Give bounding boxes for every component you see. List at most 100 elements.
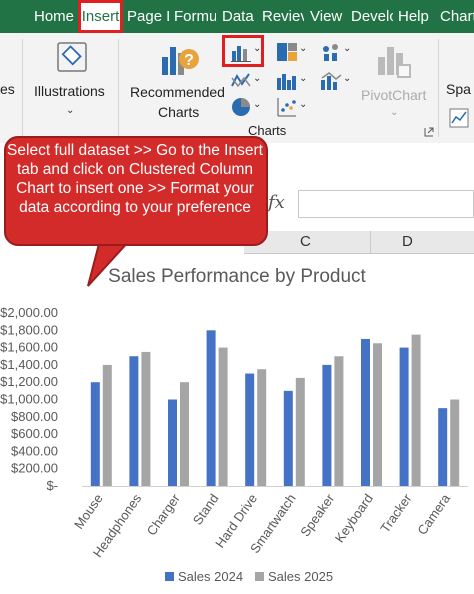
column-header-d[interactable]: D bbox=[402, 233, 413, 250]
x-category-label: Camera bbox=[414, 490, 453, 537]
pivotchart-button[interactable]: PivotChart ⌄ bbox=[358, 37, 432, 121]
column-divider bbox=[370, 231, 371, 253]
y-tick-label: $1,200.00 bbox=[0, 374, 58, 389]
recommended-charts-icon: ? bbox=[162, 47, 199, 75]
dialog-launcher-icon[interactable] bbox=[424, 127, 434, 137]
y-tick-label: $200.00 bbox=[11, 461, 58, 476]
ribbon-tab-bar: Home Insert Page L Formu Data Reviev Vie… bbox=[0, 0, 474, 33]
y-tick-label: $600.00 bbox=[11, 426, 58, 441]
pie-chart-button[interactable]: ⌄ bbox=[228, 95, 262, 119]
bar-sales-2024 bbox=[168, 399, 177, 486]
bar-sales-2024 bbox=[399, 347, 409, 486]
tab-data[interactable]: Data bbox=[222, 0, 256, 33]
bar-sales-2024 bbox=[361, 338, 370, 486]
x-category-label: Charger bbox=[144, 491, 184, 539]
chevron-down-icon: ⌄ bbox=[253, 73, 262, 84]
y-tick-label: $1,600.00 bbox=[0, 340, 58, 355]
x-category-label: Stand bbox=[190, 491, 222, 527]
legend-label-sales-2024: Sales 2024 bbox=[178, 569, 243, 584]
recommended-charts-button[interactable]: ? Recommended Charts bbox=[126, 37, 230, 121]
bar-sales-2024 bbox=[438, 408, 448, 486]
sparklines-label: Spa bbox=[446, 81, 471, 97]
ribbon-partial-label: es bbox=[0, 81, 15, 97]
pivotchart-label: PivotChart bbox=[361, 87, 427, 103]
bar-sales-2024 bbox=[245, 373, 255, 486]
y-tick-label: $400.00 bbox=[11, 443, 58, 458]
hierarchy-chart-button[interactable]: ⌄ bbox=[274, 39, 308, 63]
bar-sales-2025 bbox=[334, 356, 344, 486]
x-category-label: Mouse bbox=[71, 491, 106, 532]
tab-chart[interactable]: Chart bbox=[440, 0, 474, 33]
recommended-charts-label-1: Recommended bbox=[130, 84, 225, 100]
sparkline-icon bbox=[449, 108, 469, 128]
column-header-c[interactable]: C bbox=[300, 233, 311, 250]
y-tick-label: $2,000.00 bbox=[0, 305, 58, 320]
x-category-label: Tracker bbox=[377, 491, 415, 536]
bar-sales-2024 bbox=[90, 382, 100, 486]
statistic-chart-icon bbox=[323, 44, 338, 61]
shapes-icon bbox=[57, 42, 87, 72]
x-category-label: Speaker bbox=[297, 491, 337, 540]
chevron-down-icon: ⌄ bbox=[253, 99, 262, 110]
bar-sales-2025 bbox=[295, 377, 305, 486]
ribbon-separator bbox=[118, 39, 119, 137]
bar-sales-2024 bbox=[283, 390, 293, 486]
tab-formulas[interactable]: Formu bbox=[174, 0, 216, 33]
ribbon-insert: es Illustrations ⌄ ? Recommended Charts bbox=[0, 33, 474, 144]
x-category-label: Keyboard bbox=[332, 491, 376, 545]
bar-sales-2025 bbox=[102, 364, 112, 486]
treemap-icon bbox=[277, 43, 297, 61]
ribbon-separator bbox=[438, 39, 439, 137]
line-chart-button[interactable]: ⌄ bbox=[228, 69, 262, 93]
chevron-down-icon: ⌄ bbox=[343, 73, 352, 84]
column-header-row bbox=[244, 231, 474, 254]
bar-sales-2024 bbox=[206, 330, 216, 486]
scatter-chart-icon bbox=[277, 98, 296, 117]
chevron-down-icon: ⌄ bbox=[390, 107, 399, 118]
y-tick-label: $800.00 bbox=[11, 409, 58, 424]
clustered-column-icon bbox=[231, 46, 251, 62]
legend-swatch-sales-2025 bbox=[255, 572, 264, 581]
chart-title[interactable]: Sales Performance by Product bbox=[0, 266, 474, 288]
scatter-chart-button[interactable]: ⌄ bbox=[274, 95, 308, 119]
chevron-down-icon: ⌄ bbox=[299, 73, 308, 84]
illustrations-label: Illustrations bbox=[34, 83, 105, 99]
y-tick-label: $1,000.00 bbox=[0, 392, 58, 407]
bar-sales-2025 bbox=[411, 334, 421, 486]
pie-chart-icon bbox=[232, 98, 250, 116]
x-category-label: Hard Drive bbox=[212, 491, 260, 550]
chevron-down-icon: ⌄ bbox=[299, 43, 308, 54]
legend-swatch-sales-2024 bbox=[165, 572, 174, 581]
bar-sales-2025 bbox=[450, 399, 460, 486]
chevron-down-icon: ⌄ bbox=[343, 43, 352, 54]
tab-view[interactable]: View bbox=[310, 0, 344, 33]
x-category-label: Smartwatch bbox=[247, 491, 299, 556]
tab-home[interactable]: Home bbox=[34, 0, 74, 33]
y-tick-label: $- bbox=[46, 478, 58, 493]
y-tick-label: $1,400.00 bbox=[0, 357, 58, 372]
tab-page-layout[interactable]: Page L bbox=[127, 0, 169, 33]
pivotchart-icon bbox=[378, 47, 411, 78]
tab-developer[interactable]: Develc bbox=[351, 0, 393, 33]
legend-label-sales-2025: Sales 2025 bbox=[268, 569, 333, 584]
bar-sales-2024 bbox=[129, 356, 139, 486]
column-chart-button[interactable]: ⌄ bbox=[228, 39, 262, 63]
bar-sales-2025 bbox=[373, 343, 382, 486]
line-chart-icon bbox=[231, 73, 251, 88]
chevron-down-icon: ⌄ bbox=[299, 99, 308, 110]
waterfall-icon bbox=[277, 74, 296, 90]
combo-chart-icon bbox=[321, 72, 342, 90]
scatter-bubble-button[interactable]: ⌄ bbox=[318, 39, 352, 63]
bar-chart-button[interactable]: ⌄ bbox=[274, 69, 308, 93]
svg-text:?: ? bbox=[184, 52, 194, 69]
tab-insert[interactable]: Insert bbox=[78, 0, 123, 33]
tab-help[interactable]: Help bbox=[398, 0, 432, 33]
bar-sales-2025 bbox=[218, 347, 228, 486]
fx-icon[interactable]: fx bbox=[268, 192, 285, 213]
combo-chart-button[interactable]: ⌄ bbox=[318, 69, 352, 93]
illustrations-button[interactable]: Illustrations ⌄ bbox=[30, 37, 112, 117]
y-tick-label: $1,800.00 bbox=[0, 322, 58, 337]
bar-sales-2024 bbox=[322, 364, 332, 486]
tab-review[interactable]: Reviev bbox=[262, 0, 304, 33]
formula-input[interactable] bbox=[298, 190, 474, 218]
